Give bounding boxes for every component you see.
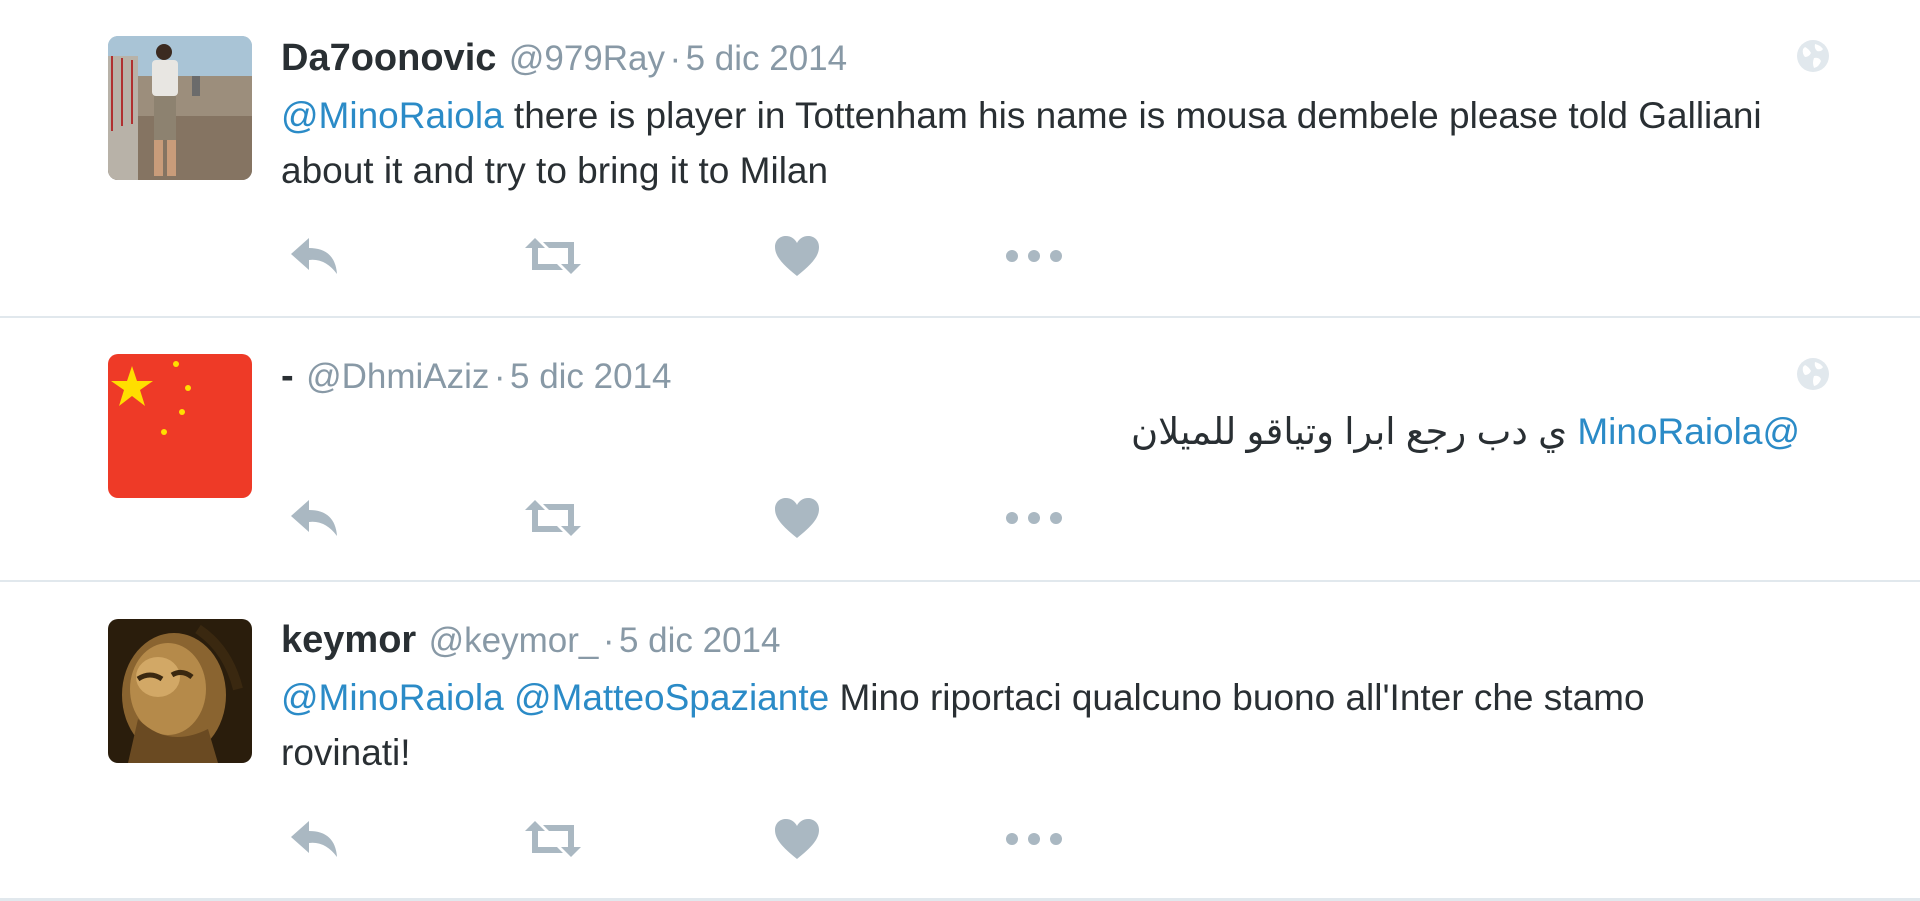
tweet[interactable]: Da7oonovic @979Ray · 5 dic 2014 @MinoRai… <box>0 0 1920 318</box>
globe-icon[interactable] <box>1795 356 1831 392</box>
fullname[interactable]: - <box>281 355 294 397</box>
mention-link[interactable]: @MinoRaiola <box>1577 411 1800 452</box>
avatar[interactable] <box>108 354 252 498</box>
like-heart-icon[interactable] <box>765 488 829 548</box>
reply-icon[interactable] <box>283 226 347 286</box>
timestamp[interactable]: 5 dic 2014 <box>510 357 672 396</box>
like-heart-icon[interactable] <box>765 226 829 286</box>
more-dots-icon[interactable] <box>1002 809 1066 869</box>
separator: · <box>669 39 682 78</box>
separator: · <box>493 357 506 396</box>
tweet-header: keymor @keymor_ · 5 dic 2014 <box>281 616 781 664</box>
username[interactable]: @DhmiAziz <box>306 357 489 396</box>
fullname[interactable]: keymor <box>281 619 416 661</box>
more-dots-icon[interactable] <box>1002 488 1066 548</box>
avatar[interactable] <box>108 619 252 763</box>
more-dots-icon[interactable] <box>1002 226 1066 286</box>
timestamp[interactable]: 5 dic 2014 <box>686 39 848 78</box>
mention-link[interactable]: @MinoRaiola <box>281 677 504 718</box>
tweet-text: @MinoRaiola ي دب رجع ابرا وتياقو للميلان <box>281 404 1800 459</box>
tweet-body: there is player in Tottenham his name is… <box>281 95 1762 191</box>
tweet-text: @MinoRaiola @MatteoSpaziante Mino riport… <box>281 670 1770 780</box>
retweet-icon[interactable] <box>521 809 585 869</box>
reply-icon[interactable] <box>283 488 347 548</box>
globe-icon[interactable] <box>1795 38 1831 74</box>
timestamp[interactable]: 5 dic 2014 <box>619 621 781 660</box>
mention-link[interactable]: @MatteoSpaziante <box>514 677 829 718</box>
tweet-header: - @DhmiAziz · 5 dic 2014 <box>281 352 672 400</box>
username[interactable]: @keymor_ <box>429 621 599 660</box>
tweet-header: Da7oonovic @979Ray · 5 dic 2014 <box>281 34 847 82</box>
retweet-icon[interactable] <box>521 226 585 286</box>
separator: · <box>602 621 615 660</box>
like-heart-icon[interactable] <box>765 809 829 869</box>
fullname[interactable]: Da7oonovic <box>281 37 496 79</box>
tweet[interactable]: keymor @keymor_ · 5 dic 2014 @MinoRaiola… <box>0 582 1920 901</box>
reply-icon[interactable] <box>283 809 347 869</box>
tweet-body: ي دب رجع ابرا وتياقو للميلان <box>1130 411 1578 452</box>
username[interactable]: @979Ray <box>509 39 665 78</box>
avatar[interactable] <box>108 36 252 180</box>
mention-link[interactable]: @MinoRaiola <box>281 95 504 136</box>
tweet[interactable]: - @DhmiAziz · 5 dic 2014 @MinoRaiola ي د… <box>0 318 1920 582</box>
retweet-icon[interactable] <box>521 488 585 548</box>
tweet-text: @MinoRaiola there is player in Tottenham… <box>281 88 1770 198</box>
